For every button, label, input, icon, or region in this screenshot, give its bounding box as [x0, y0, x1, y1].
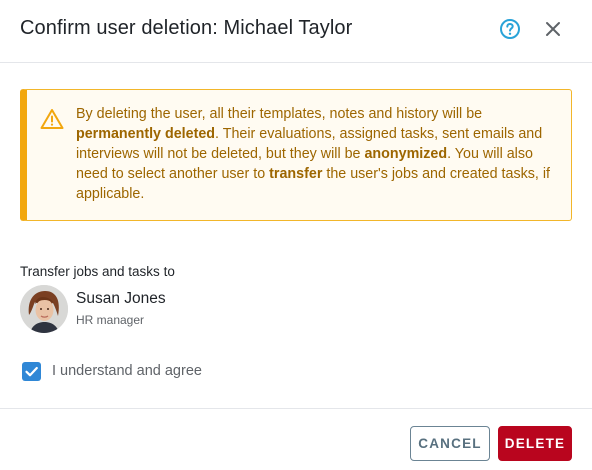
delete-button[interactable]: DELETE: [498, 426, 572, 461]
warning-emphasis: anonymized: [364, 146, 448, 162]
confirm-deletion-dialog: Confirm user deletion: Michael Taylor By…: [0, 0, 592, 470]
warning-text-segment: By deleting the user, all their template…: [76, 106, 483, 122]
warning-message: By deleting the user, all their template…: [76, 104, 556, 204]
dialog-title: Confirm user deletion: Michael Taylor: [20, 17, 353, 39]
avatar: [20, 285, 68, 333]
close-icon: [546, 22, 560, 36]
cancel-button[interactable]: CANCEL: [410, 426, 490, 461]
warning-emphasis: transfer: [269, 166, 323, 182]
agree-checkbox[interactable]: [22, 362, 41, 381]
dialog-header: Confirm user deletion: Michael Taylor: [0, 0, 592, 63]
dialog-footer: CANCEL DELETE: [0, 408, 592, 470]
transfer-user-name[interactable]: Susan Jones: [76, 290, 166, 308]
close-button[interactable]: [541, 17, 565, 41]
warning-banner: By deleting the user, all their template…: [20, 89, 572, 221]
warning-emphasis: permanently deleted: [76, 126, 216, 142]
help-button[interactable]: [498, 17, 522, 41]
transfer-label: Transfer jobs and tasks to: [20, 264, 175, 279]
agree-label[interactable]: I understand and agree: [52, 363, 202, 379]
transfer-user-role: HR manager: [76, 313, 145, 327]
warning-triangle-icon: [40, 109, 64, 129]
help-circle-icon: [500, 19, 520, 39]
checkmark-icon: [25, 366, 38, 377]
